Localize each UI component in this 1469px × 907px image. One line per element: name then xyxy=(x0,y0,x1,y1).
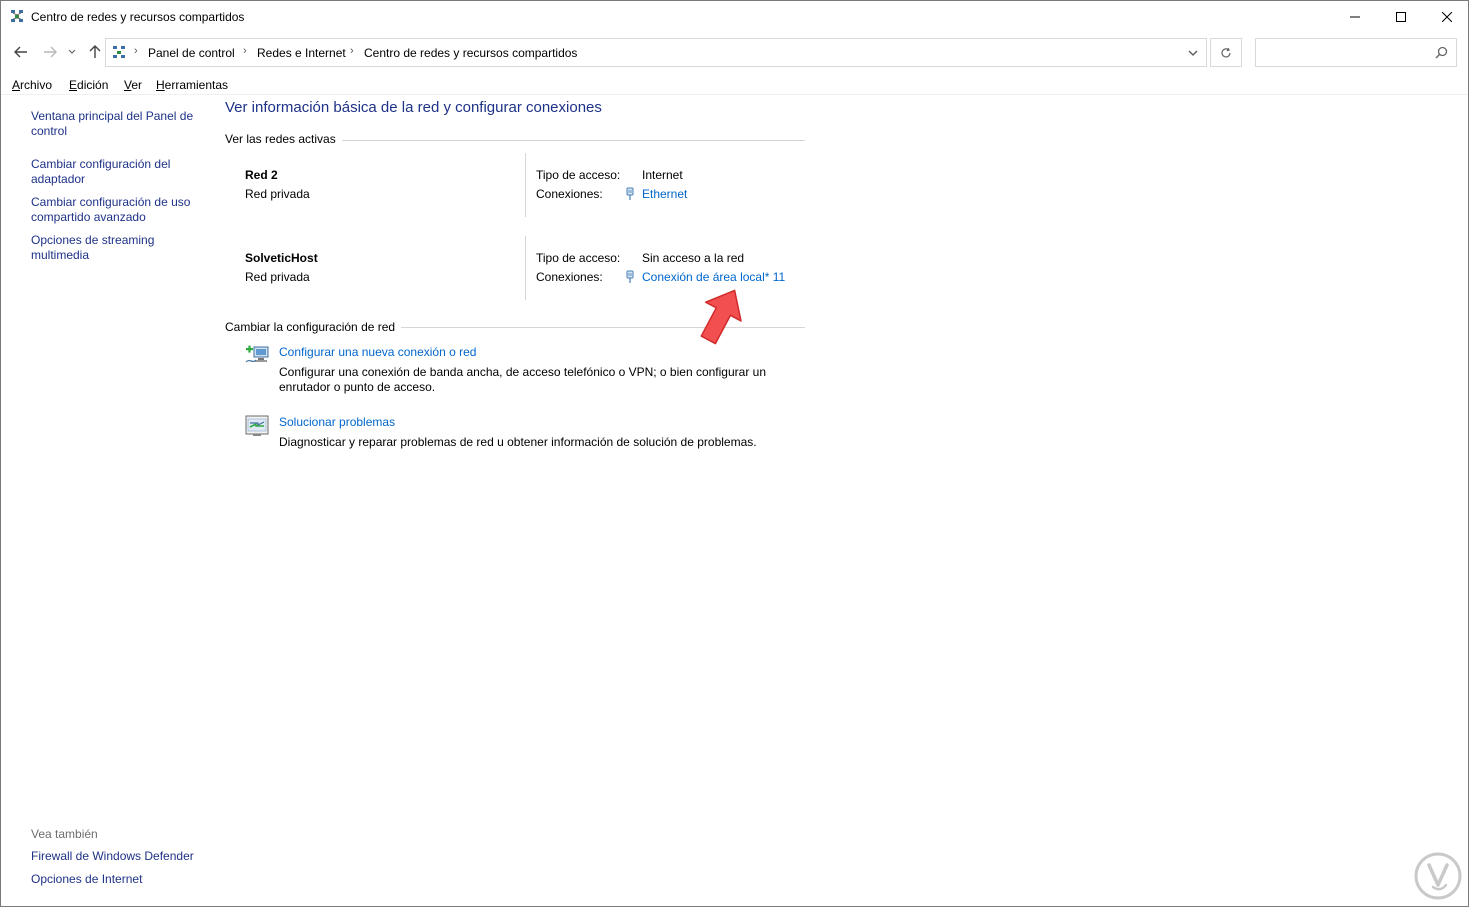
access-type-value: Internet xyxy=(642,168,683,182)
search-box[interactable] xyxy=(1255,38,1457,67)
refresh-button[interactable] xyxy=(1210,38,1242,67)
sidebar-link-uso-compartido[interactable]: Cambiar configuración de uso compartido … xyxy=(31,195,201,225)
chevron-down-icon xyxy=(68,49,76,54)
access-type-label: Tipo de acceso: xyxy=(536,168,621,182)
sidebar-link-adaptador[interactable]: Cambiar configuración del adaptador xyxy=(31,157,201,187)
page-title: Ver información básica de la red y confi… xyxy=(225,99,602,116)
menu-divider xyxy=(1,94,1468,95)
search-icon[interactable] xyxy=(1435,46,1448,59)
breadcrumb-separator-icon[interactable]: › xyxy=(243,45,247,57)
up-button[interactable] xyxy=(86,43,104,61)
menu-bar: Archivo Edición Ver Herramientas xyxy=(1,75,1468,95)
network-center-icon xyxy=(113,46,125,58)
breadcrumb-redes-e-internet[interactable]: Redes e Internet xyxy=(257,46,346,60)
maximize-icon xyxy=(1396,11,1406,22)
connections-label: Conexiones: xyxy=(536,187,603,201)
breadcrumb-separator-icon[interactable]: › xyxy=(350,45,354,57)
change-settings-heading: Cambiar la configuración de red xyxy=(225,320,402,334)
title-bar: Centro de redes y recursos compartidos xyxy=(1,1,1468,32)
troubleshoot-link[interactable]: Solucionar problemas xyxy=(279,415,395,429)
search-input[interactable] xyxy=(1260,43,1430,63)
sidebar-link-streaming[interactable]: Opciones de streaming multimedia xyxy=(31,233,201,263)
network-name: SolveticHost xyxy=(245,251,318,265)
connections-label: Conexiones: xyxy=(536,270,603,284)
network-type: Red privada xyxy=(245,270,310,284)
minimize-button[interactable] xyxy=(1332,1,1378,32)
network-name: Red 2 xyxy=(245,168,278,182)
minimize-icon xyxy=(1350,16,1360,17)
chevron-down-icon[interactable] xyxy=(1186,46,1200,60)
back-button[interactable] xyxy=(12,43,30,61)
sidebar-link-panel-principal[interactable]: Ventana principal del Panel de control xyxy=(31,109,201,139)
maximize-button[interactable] xyxy=(1378,1,1424,32)
new-connection-link[interactable]: Configurar una nueva conexión o red xyxy=(279,345,476,359)
window-title: Centro de redes y recursos compartidos xyxy=(31,10,245,24)
new-connection-icon xyxy=(245,345,269,363)
ethernet-connection-link[interactable]: Ethernet xyxy=(642,187,687,201)
troubleshoot-icon xyxy=(245,415,269,436)
breadcrumb-panel-de-control[interactable]: Panel de control xyxy=(148,46,235,60)
forward-arrow-icon xyxy=(44,46,57,58)
see-also-internet-options[interactable]: Opciones de Internet xyxy=(31,872,201,887)
close-button[interactable] xyxy=(1424,1,1469,32)
address-bar[interactable]: › Panel de control › Redes e Internet › … xyxy=(105,38,1207,67)
network-center-icon xyxy=(11,10,23,22)
ethernet-connection-icon xyxy=(626,187,634,200)
menu-herramientas[interactable]: Herramientas xyxy=(156,78,228,92)
new-connection-description: Configurar una conexión de banda ancha, … xyxy=(279,365,766,394)
solvetic-logo-icon xyxy=(1414,852,1462,900)
up-arrow-icon xyxy=(89,45,101,58)
forward-button[interactable] xyxy=(41,43,59,61)
see-also-firewall[interactable]: Firewall de Windows Defender xyxy=(31,849,201,864)
network-type: Red privada xyxy=(245,187,310,201)
access-type-label: Tipo de acceso: xyxy=(536,251,621,265)
network-divider xyxy=(525,236,526,300)
back-arrow-icon xyxy=(14,46,27,58)
access-type-value: Sin acceso a la red xyxy=(642,251,745,265)
refresh-icon xyxy=(1221,47,1231,57)
close-icon xyxy=(1442,11,1452,22)
recent-locations-button[interactable] xyxy=(65,43,79,61)
ethernet-connection-icon xyxy=(626,270,634,283)
annotation-arrow-icon xyxy=(700,289,742,345)
active-networks-heading: Ver las redes activas xyxy=(225,132,342,146)
menu-edicion[interactable]: Edición xyxy=(69,78,108,92)
local-area-connection-link[interactable]: Conexión de área local* 11 xyxy=(642,270,785,284)
breadcrumb-separator-icon[interactable]: › xyxy=(134,45,138,57)
network-divider xyxy=(525,153,526,217)
breadcrumb-centro-de-redes[interactable]: Centro de redes y recursos compartidos xyxy=(364,46,577,60)
see-also-heading: Vea también xyxy=(31,827,98,841)
window: Centro de redes y recursos compartidos › xyxy=(0,0,1469,907)
menu-ver[interactable]: Ver xyxy=(124,78,142,92)
menu-archivo[interactable]: Archivo xyxy=(12,78,52,92)
troubleshoot-description: Diagnosticar y reparar problemas de red … xyxy=(279,435,757,449)
